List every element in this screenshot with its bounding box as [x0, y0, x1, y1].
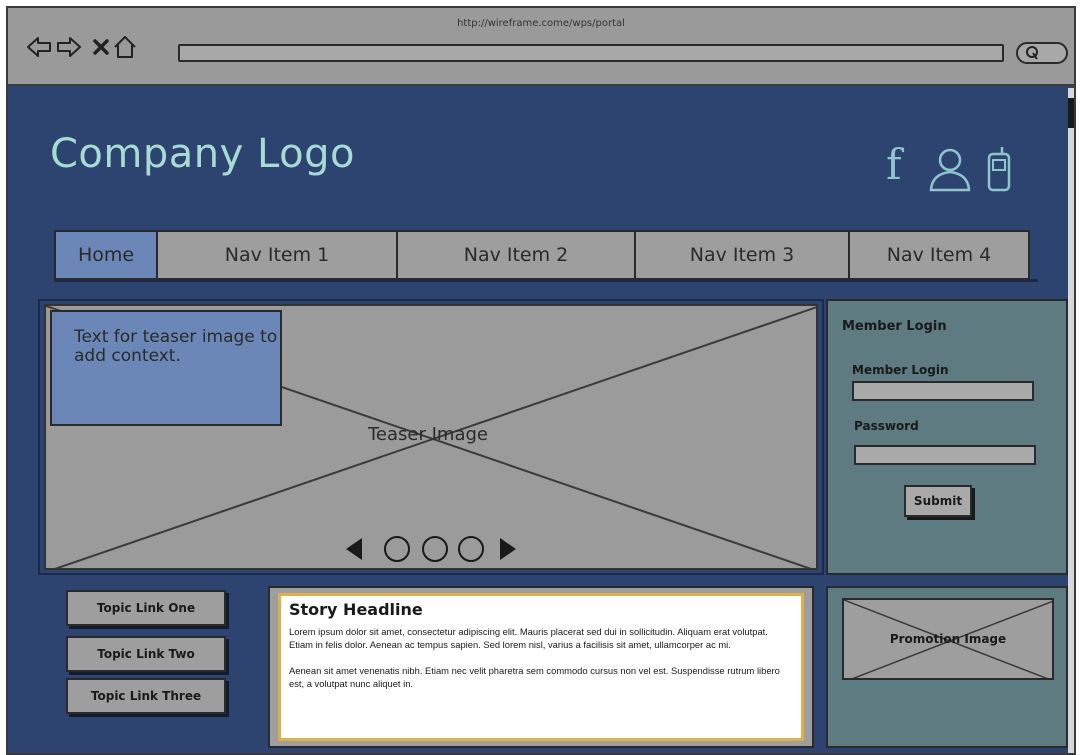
browser-toolbar: http://wireframe.come/wps/portal [8, 8, 1074, 86]
member-login-field[interactable] [852, 381, 1034, 401]
password-label: Password [854, 419, 919, 433]
page-scrollbar[interactable] [1068, 88, 1074, 753]
company-logo[interactable]: Company Logo [50, 131, 355, 177]
carousel-prev-icon[interactable] [346, 538, 362, 560]
topic-link-three[interactable]: Topic Link Three [66, 678, 226, 714]
topic-link-two[interactable]: Topic Link Two [66, 636, 226, 672]
main-nav: Home Nav Item 1 Nav Item 2 Nav Item 3 Na… [54, 230, 1038, 282]
carousel-next-icon[interactable] [500, 538, 516, 560]
member-login-panel: Member Login Member Login Password Submi… [826, 299, 1068, 575]
nav-item-1[interactable]: Nav Item 1 [156, 230, 398, 280]
address-bar[interactable] [178, 44, 1004, 62]
user-icon[interactable] [928, 146, 972, 192]
nav-home[interactable]: Home [54, 230, 158, 280]
nav-item-3[interactable]: Nav Item 3 [634, 230, 850, 280]
mobile-phone-icon[interactable] [986, 146, 1012, 192]
story-paragraph: Aenean sit amet venenatis nibh. Etiam ne… [289, 665, 780, 689]
promotion-panel: Promotion Image [826, 586, 1068, 748]
login-panel-title: Member Login [842, 319, 947, 334]
carousel-dot[interactable] [422, 536, 448, 562]
teaser-text-box: Text for teaser image to add context. [50, 310, 282, 426]
password-field[interactable] [854, 445, 1036, 465]
story-card: Story Headline Lorem ipsum dolor sit ame… [278, 593, 804, 741]
nav-item-4[interactable]: Nav Item 4 [848, 230, 1030, 280]
teaser-image[interactable]: Teaser Image Text for teaser image to ad… [44, 304, 818, 570]
story-paragraph: Lorem ipsum dolor sit amet, consectetur … [289, 626, 768, 650]
story-panel: Story Headline Lorem ipsum dolor sit ame… [268, 586, 814, 748]
facebook-icon[interactable]: f [886, 140, 902, 189]
home-icon[interactable] [112, 34, 138, 60]
site-header: Company Logo f [8, 88, 1074, 228]
browser-window: http://wireframe.come/wps/portal Company… [6, 6, 1076, 755]
username-label: Member Login [852, 363, 949, 377]
back-arrow-icon[interactable] [26, 34, 52, 60]
teaser-image-label: Teaser Image [368, 424, 488, 445]
forward-arrow-icon[interactable] [56, 34, 82, 60]
topic-link-one[interactable]: Topic Link One [66, 590, 226, 626]
nav-item-2[interactable]: Nav Item 2 [396, 230, 636, 280]
promotion-image-label: Promotion Image [889, 632, 1007, 646]
stop-icon[interactable] [88, 34, 114, 60]
teaser-text: Text for teaser image to add context. [74, 327, 278, 366]
carousel-dot[interactable] [384, 536, 410, 562]
url-display: http://wireframe.come/wps/portal [457, 18, 625, 29]
story-headline[interactable]: Story Headline [289, 600, 793, 619]
search-box[interactable] [1016, 42, 1068, 64]
submit-button[interactable]: Submit [904, 485, 972, 517]
scrollbar-thumb[interactable] [1068, 98, 1074, 128]
carousel-dot[interactable] [458, 536, 484, 562]
promotion-image[interactable]: Promotion Image [842, 598, 1054, 680]
search-icon [1025, 45, 1039, 64]
